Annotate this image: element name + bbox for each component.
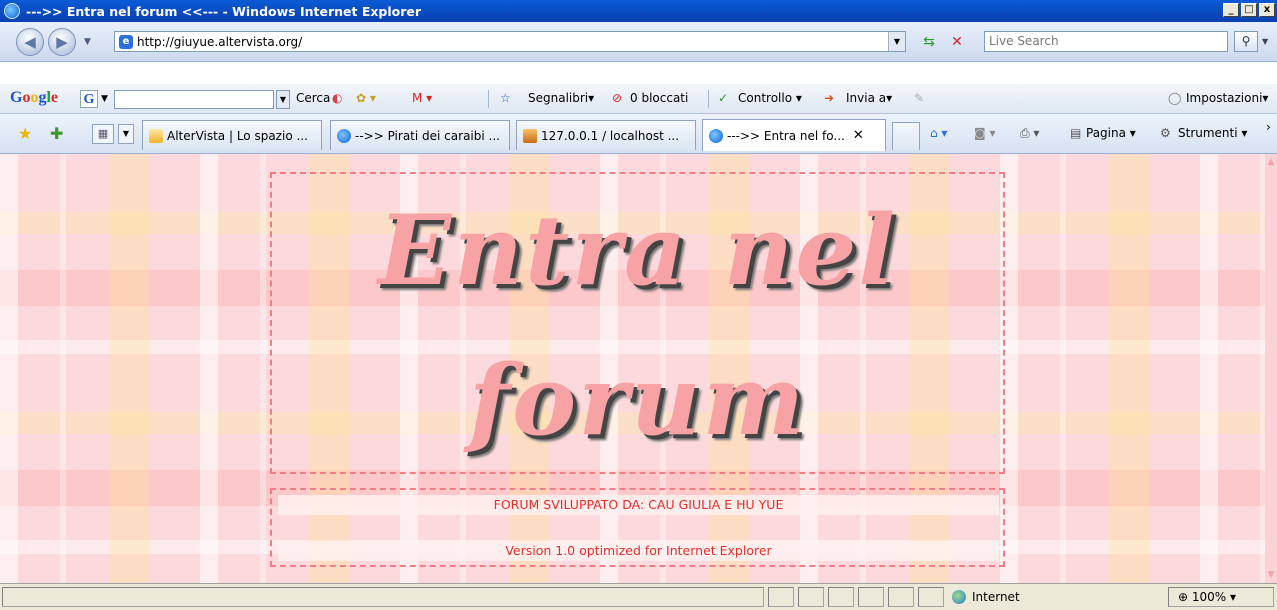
news-icon[interactable]: ◐: [332, 91, 342, 105]
feeds-icon[interactable]: ◙ ▾: [974, 126, 995, 140]
settings-icon: ◯: [1168, 91, 1182, 105]
maximize-button[interactable]: □: [1241, 3, 1257, 17]
settings-button[interactable]: Impostazioni▾: [1186, 91, 1268, 105]
window-title: --->> Entra nel forum <<--- - Windows In…: [26, 3, 422, 19]
zoom-level: 100%: [1191, 590, 1227, 604]
page-content: Entra nel forum FORUM SVILUPPATO DA: CAU…: [0, 154, 1265, 583]
zoom-icon: ⊕: [1178, 590, 1189, 604]
status-bar: Internet ⊕ 100% ▾: [0, 583, 1277, 610]
status-pane: [858, 587, 884, 607]
new-tab-button[interactable]: [892, 122, 920, 150]
spellcheck-icon: ✓: [718, 91, 729, 105]
vertical-scrollbar[interactable]: ▲ ▼: [1265, 154, 1277, 583]
ie-icon: [709, 128, 723, 143]
recent-pages-chevron-icon[interactable]: ▼: [84, 37, 91, 47]
minimize-button[interactable]: _: [1223, 3, 1239, 17]
ie-logo-icon: [4, 3, 20, 19]
zone-label: Internet: [972, 590, 1020, 604]
bookmarks-button[interactable]: Segnalibri▾: [528, 91, 594, 105]
page-menu-icon: ▤: [1070, 126, 1082, 140]
toolbar-separator: [708, 90, 709, 108]
back-button[interactable]: ◀: [16, 28, 44, 56]
quick-tabs-icon[interactable]: ▦: [92, 124, 114, 144]
more-commands-chevron-icon[interactable]: ›: [1266, 120, 1271, 134]
phpmyadmin-icon: [523, 128, 537, 143]
google-toolbar: Google G ▼ ▼ Cerca ◐ ✿ ▾ M ▾ ☆ Segnalibr…: [0, 84, 1277, 114]
credits-text: FORUM SVILUPPATO DA: CAU GIULIA E HU YUE: [278, 495, 999, 515]
tab-list-chevron-icon[interactable]: ▼: [118, 124, 134, 144]
altervista-icon: [149, 128, 163, 143]
heading-line-2: forum: [468, 344, 807, 457]
ie-icon: [337, 128, 351, 143]
forward-button[interactable]: ▶: [48, 28, 76, 56]
url-dropdown-icon[interactable]: ▼: [888, 32, 905, 51]
popups-blocked-button[interactable]: 0 bloccati: [630, 91, 688, 105]
puzzle-icon[interactable]: ✿ ▾: [356, 91, 376, 105]
zoom-control[interactable]: ⊕ 100% ▾: [1178, 590, 1236, 604]
google-search-input[interactable]: [114, 90, 274, 109]
google-logo[interactable]: Google: [10, 89, 58, 107]
toolbar-separator: [488, 90, 489, 108]
cerca-button[interactable]: Cerca: [296, 91, 330, 105]
stop-icon[interactable]: ✕: [946, 32, 968, 52]
status-pane: [888, 587, 914, 607]
security-zone[interactable]: Internet: [952, 590, 1020, 604]
page-menu-button[interactable]: Pagina ▾: [1086, 126, 1136, 140]
status-pane: [798, 587, 824, 607]
home-icon[interactable]: ⌂ ▾: [930, 126, 947, 140]
tab-entra-nel-forum[interactable]: --->> Entra nel fo... ✕: [702, 119, 886, 151]
status-pane: [828, 587, 854, 607]
add-favorite-icon[interactable]: ✚: [50, 124, 63, 143]
google-menu-chevron-icon[interactable]: ▼: [101, 94, 108, 104]
send-icon: ➜: [824, 91, 835, 105]
heading-line-1: Entra nel: [378, 194, 897, 307]
search-icon[interactable]: ⚲: [1234, 31, 1258, 52]
page-heading: Entra nel forum: [270, 176, 1005, 476]
close-button[interactable]: x: [1259, 3, 1275, 17]
tab-label: -->> Pirati dei caraibi ...: [355, 128, 500, 143]
tab-bar: ★ ✚ ▦ ▼ AlterVista | Lo spazio ... -->> …: [0, 114, 1277, 154]
google-search-dropdown-icon[interactable]: ▼: [276, 90, 290, 109]
tab-label: --->> Entra nel fo...: [727, 128, 845, 143]
popup-blocker-icon: ⊘: [612, 91, 623, 105]
page-icon: e: [119, 34, 133, 49]
scroll-down-arrow-icon[interactable]: ▼: [1265, 569, 1277, 581]
tab-label: AlterVista | Lo spazio ...: [167, 128, 308, 143]
scroll-up-arrow-icon[interactable]: ▲: [1265, 156, 1277, 168]
close-tab-icon[interactable]: ✕: [853, 128, 864, 143]
spellcheck-button[interactable]: Controllo ▾: [738, 91, 802, 105]
tab-localhost[interactable]: 127.0.0.1 / localhost ...: [516, 120, 696, 150]
status-pane: [768, 587, 794, 607]
url-field[interactable]: e http://giuyue.altervista.org/ ▼: [114, 31, 906, 52]
title-bar: --->> Entra nel forum <<--- - Windows In…: [0, 0, 1277, 22]
tab-altervista[interactable]: AlterVista | Lo spazio ...: [142, 120, 322, 150]
send-to-button[interactable]: Invia a▾: [846, 91, 892, 105]
tab-label: 127.0.0.1 / localhost ...: [541, 128, 680, 143]
window-controls: _ □ x: [1223, 3, 1275, 17]
google-g-icon[interactable]: G: [80, 90, 98, 108]
search-input[interactable]: Live Search: [984, 31, 1228, 52]
search-options-chevron-icon[interactable]: ▼: [1262, 31, 1276, 52]
star-icon[interactable]: ☆: [500, 91, 511, 105]
zoom-chevron-icon[interactable]: ▾: [1230, 590, 1236, 604]
refresh-icon[interactable]: ⇆: [918, 32, 940, 52]
version-text: Version 1.0 optimized for Internet Explo…: [278, 541, 999, 561]
print-icon[interactable]: ⎙ ▾: [1020, 126, 1039, 141]
gmail-button[interactable]: M ▾: [412, 91, 432, 105]
protected-mode-pane[interactable]: [918, 587, 944, 607]
address-bar: ◀ ▶ ▼ e http://giuyue.altervista.org/ ▼ …: [0, 22, 1277, 62]
favorites-star-icon[interactable]: ★: [18, 124, 32, 143]
pencil-icon[interactable]: ✎: [914, 91, 924, 105]
globe-icon: [952, 590, 966, 604]
status-text-pane: [2, 587, 764, 607]
tools-gear-icon: ⚙: [1160, 126, 1171, 140]
tab-pirati[interactable]: -->> Pirati dei caraibi ...: [330, 120, 510, 150]
tools-menu-button[interactable]: Strumenti ▾: [1178, 126, 1247, 140]
url-text: http://giuyue.altervista.org/: [137, 34, 303, 49]
